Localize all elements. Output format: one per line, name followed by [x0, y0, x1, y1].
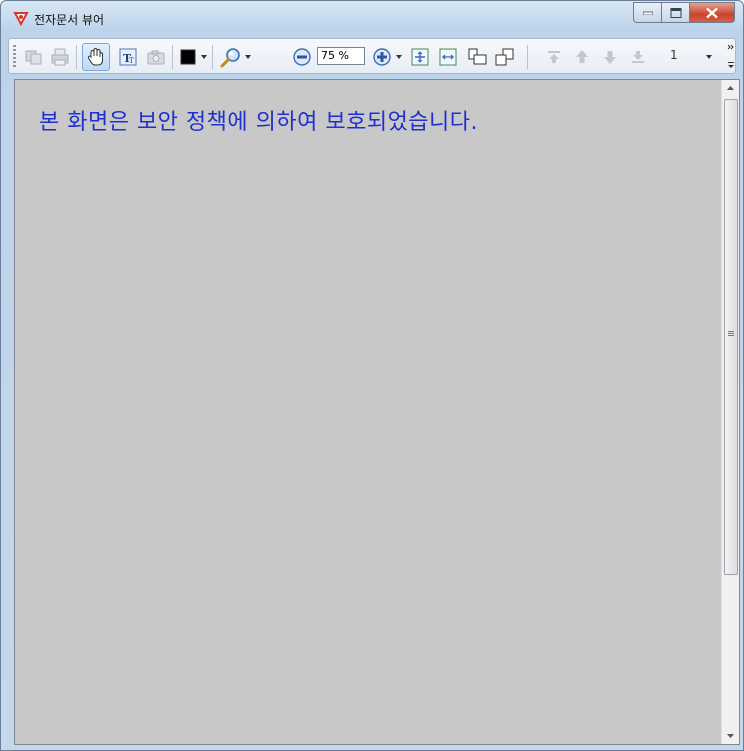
scroll-down-button[interactable] [722, 727, 739, 744]
scroll-up-button[interactable] [722, 80, 739, 97]
page-dropdown-arrow[interactable] [706, 55, 712, 59]
thumb-grip [728, 331, 734, 337]
close-icon [706, 7, 718, 18]
copy-button[interactable] [23, 46, 45, 68]
next-page-button[interactable] [599, 46, 621, 68]
first-page-icon [548, 51, 560, 63]
rotate-right-icon [495, 48, 514, 66]
first-page-button[interactable] [543, 46, 565, 68]
previous-page-icon [576, 50, 588, 63]
close-button[interactable] [690, 2, 735, 23]
minimize-button[interactable] [633, 2, 662, 23]
svg-text:T: T [129, 57, 134, 65]
title-bar[interactable]: 전자문서 뷰어 [1, 1, 743, 35]
main-toolbar: TT 75 % 1 [8, 38, 736, 74]
window-controls [633, 2, 735, 23]
last-page-button[interactable] [627, 46, 649, 68]
color-picker-button[interactable] [177, 46, 199, 68]
print-button[interactable] [49, 46, 71, 68]
hand-tool-icon [87, 47, 103, 66]
text-select-button[interactable]: TT [117, 46, 139, 68]
rotate-left-icon [468, 48, 487, 65]
zoom-dropdown-arrow[interactable] [396, 55, 402, 59]
color-swatch-icon [180, 49, 196, 65]
window-title: 전자문서 뷰어 [34, 13, 105, 27]
next-page-icon [604, 51, 616, 64]
viewer-window: 전자문서 뷰어 TT 75 % 1 본 화면은 보안 정책에 의하여 보호되었습… [0, 0, 744, 751]
fit-width-icon [439, 48, 457, 66]
scrollbar-thumb[interactable] [724, 99, 738, 575]
fit-page-icon [411, 48, 429, 66]
maximize-icon [670, 7, 681, 18]
color-dropdown-arrow[interactable] [201, 55, 207, 59]
rotate-left-button[interactable] [467, 46, 489, 68]
snapshot-button[interactable] [145, 46, 167, 68]
fit-page-button[interactable] [409, 46, 431, 68]
chevron-down-icon [727, 44, 734, 68]
magnifier-dropdown-arrow[interactable] [245, 55, 251, 59]
minimize-icon [642, 11, 653, 15]
app-logo-icon [13, 10, 29, 27]
scroll-up-icon [727, 86, 734, 90]
magnifier-icon [220, 48, 240, 68]
toolbar-overflow-button[interactable] [727, 40, 735, 72]
hand-tool-button[interactable] [82, 43, 110, 71]
zoom-in-icon [373, 48, 391, 66]
page-number-input[interactable]: 1 [670, 48, 678, 62]
last-page-icon [632, 51, 644, 63]
previous-page-button[interactable] [571, 46, 593, 68]
magnifier-button[interactable] [219, 46, 241, 68]
vertical-scrollbar[interactable] [721, 80, 739, 744]
scroll-down-icon [727, 734, 734, 738]
text-select-icon: TT [119, 48, 137, 66]
rotate-right-button[interactable] [494, 46, 516, 68]
copy-icon [25, 50, 42, 65]
zoom-out-icon [293, 48, 311, 66]
zoom-out-button[interactable] [291, 46, 313, 68]
zoom-in-button[interactable] [371, 46, 393, 68]
print-icon [51, 48, 69, 66]
document-view[interactable]: 본 화면은 보안 정책에 의하여 보호되었습니다. [14, 79, 740, 745]
zoom-level-input[interactable]: 75 % [317, 47, 365, 65]
snapshot-icon [147, 50, 165, 65]
fit-width-button[interactable] [437, 46, 459, 68]
security-notice: 본 화면은 보안 정책에 의하여 보호되었습니다. [39, 110, 479, 135]
toolbar-grip[interactable] [13, 45, 16, 67]
maximize-button[interactable] [662, 2, 690, 23]
